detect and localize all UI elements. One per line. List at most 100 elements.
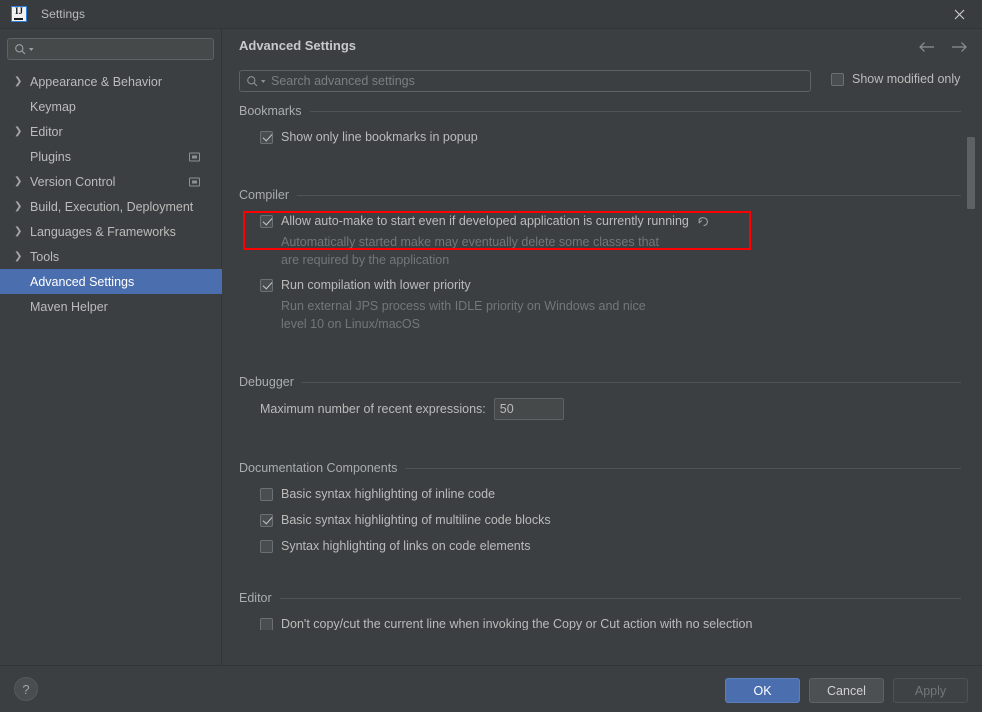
sidebar-item-label: Plugins (30, 149, 71, 164)
group-header: Bookmarks (239, 103, 961, 119)
chevron-right-icon[interactable]: ❯ (14, 76, 27, 87)
setting-checkbox-row[interactable]: Don't copy/cut the current line when inv… (239, 614, 961, 630)
setting-checkbox-row[interactable]: Show only line bookmarks in popup (239, 127, 961, 147)
sidebar-item-label: Editor (30, 124, 63, 139)
checkbox-show-only-line-bookmarks-in-popup[interactable] (260, 130, 273, 144)
group-divider (297, 194, 961, 196)
advanced-settings-search-input[interactable] (267, 72, 787, 90)
group-body: Allow auto-make to start even if develop… (239, 211, 961, 333)
settings-group-compiler: Compiler Allow auto-make to start even if… (239, 187, 961, 333)
show-modified-only-label: Show modified only (852, 72, 961, 86)
checkbox-allow-auto-make-to-start-even-if-developed-application-is-cu[interactable] (260, 214, 273, 228)
close-icon[interactable] (936, 0, 982, 28)
checkbox-run-compilation-with-lower-priority[interactable] (260, 278, 273, 292)
scrollbar-thumb[interactable] (967, 137, 975, 209)
arrow-left-icon[interactable] (918, 39, 935, 54)
settings-group-bookmarks: Bookmarks Show only line bookmarks in pop… (239, 103, 961, 147)
arrow-forward-icon[interactable] (951, 39, 968, 54)
setting-checkbox-row[interactable]: Allow auto-make to start even if develop… (239, 211, 961, 231)
setting-checkbox-row[interactable]: Syntax highlighting of links on code ele… (239, 536, 961, 556)
search-icon (14, 43, 35, 56)
group-divider (301, 381, 961, 383)
settings-scroll-area: Bookmarks Show only line bookmarks in pop… (223, 103, 982, 630)
setting-description: Run external JPS process with IDLE prior… (239, 297, 961, 333)
checkbox-don-t-copy-cut-the-current-line-when-invoking-the-copy-or-cu[interactable] (260, 617, 273, 630)
sidebar-search-input[interactable] (35, 40, 195, 58)
setting-checkbox-row[interactable]: Run compilation with lower priority (239, 275, 961, 295)
checkbox-syntax-highlighting-of-links-on-code-elements[interactable] (260, 539, 273, 553)
setting-label: Allow auto-make to start even if develop… (281, 214, 689, 228)
search-icon (246, 75, 267, 88)
nav-arrows (918, 39, 968, 54)
ok-button[interactable]: OK (725, 678, 800, 703)
checkbox-basic-syntax-highlighting-of-multiline-code-blocks[interactable] (260, 513, 273, 527)
group-title: Documentation Components (239, 461, 398, 475)
group-header: Debugger (239, 374, 961, 390)
group-header: Documentation Components (239, 460, 961, 476)
page-title: Advanced Settings (239, 38, 357, 53)
settings-sidebar: ❯ Appearance & Behavior Keymap ❯ Editor Plugi… (0, 29, 222, 665)
settings-group-documentation-components: Documentation Components Basic syntax hig… (239, 460, 961, 556)
group-body: Don't copy/cut the current line when inv… (239, 614, 961, 630)
cancel-button[interactable]: Cancel (809, 678, 884, 703)
sidebar-item-advanced-settings[interactable]: Advanced Settings (0, 269, 222, 294)
group-body: Show only line bookmarks in popup (239, 127, 961, 147)
sidebar-item-editor[interactable]: ❯ Editor (0, 119, 222, 144)
setting-label: Show only line bookmarks in popup (281, 130, 478, 144)
sidebar-item-label: Appearance & Behavior (30, 74, 163, 89)
show-modified-only-checkbox[interactable] (831, 72, 844, 86)
chevron-right-icon[interactable]: ❯ (14, 226, 27, 237)
revert-icon[interactable] (697, 215, 710, 228)
chevron-right-icon[interactable]: ❯ (14, 251, 27, 262)
setting-label: Basic syntax highlighting of multiline c… (281, 513, 551, 527)
checkbox-basic-syntax-highlighting-of-inline-code[interactable] (260, 487, 273, 501)
setting-label: Run compilation with lower priority (281, 278, 471, 292)
sidebar-item-appearance-behavior[interactable]: ❯ Appearance & Behavior (0, 69, 222, 94)
sidebar-item-tools[interactable]: ❯ Tools (0, 244, 222, 269)
sidebar-item-version-control[interactable]: ❯ Version Control (0, 169, 222, 194)
sidebar-item-maven-helper[interactable]: Maven Helper (0, 294, 222, 319)
sidebar-item-label: Tools (30, 249, 60, 264)
settings-dialog: Settings ❯Appearance & BehaviorKeymap❯Ed… (0, 0, 982, 712)
help-button[interactable]: ? (14, 677, 38, 701)
setting-description: Automatically started make may eventuall… (239, 233, 961, 269)
setting-checkbox-row[interactable]: Basic syntax highlighting of multiline c… (239, 510, 961, 530)
group-title: Compiler (239, 188, 290, 202)
sidebar-item-label: Advanced Settings (30, 274, 135, 289)
sidebar-item-label: Maven Helper (30, 299, 108, 314)
max-recent-expressions-input[interactable] (493, 398, 564, 420)
group-divider (279, 597, 961, 599)
scrollbar[interactable] (967, 105, 975, 625)
setting-label: Basic syntax highlighting of inline code (281, 487, 496, 501)
show-modified-only-row[interactable]: Show modified only (831, 72, 960, 86)
sidebar-item-languages-frameworks[interactable]: ❯ Languages & Frameworks (0, 219, 222, 244)
setting-label: Maximum number of recent expressions: (260, 402, 486, 416)
sidebar-item-plugins[interactable]: Plugins (0, 144, 222, 169)
group-header: Compiler (239, 187, 961, 203)
main-panel: Advanced Settings Search advanced settin… (223, 29, 982, 665)
group-divider (405, 467, 961, 469)
group-body: Maximum number of recent expressions: (239, 398, 961, 420)
setting-description-line: Automatically started make may eventuall… (281, 235, 659, 249)
setting-label: Don't copy/cut the current line when inv… (281, 617, 753, 630)
group-title: Bookmarks (239, 104, 302, 118)
group-header: Editor (239, 590, 961, 606)
title-bar: Settings (0, 0, 982, 29)
apply-button: Apply (893, 678, 968, 703)
sidebar-search-box[interactable] (7, 38, 214, 60)
sidebar-item-keymap[interactable]: Keymap (0, 94, 222, 119)
setting-checkbox-row[interactable]: Basic syntax highlighting of inline code (239, 484, 961, 504)
chevron-right-icon[interactable]: ❯ (14, 201, 27, 212)
chevron-right-icon[interactable]: ❯ (14, 126, 27, 137)
sidebar-item-label: Keymap (30, 99, 76, 114)
window-title: Settings (41, 7, 86, 21)
chevron-right-icon[interactable]: ❯ (14, 176, 27, 187)
setting-field-row: Maximum number of recent expressions: (239, 398, 961, 420)
project-level-settings-icon (189, 152, 200, 161)
group-divider (309, 110, 961, 112)
sidebar-item-label: Build, Execution, Deployment (30, 199, 194, 214)
sidebar-item-build-execution-deployment[interactable]: ❯ Build, Execution, Deployment (0, 194, 222, 219)
dialog-footer: ? OK Cancel Apply (0, 665, 982, 712)
advanced-settings-search-box[interactable] (239, 70, 811, 92)
settings-group-editor: Editor Don't copy/cut the current line wh… (239, 590, 961, 630)
